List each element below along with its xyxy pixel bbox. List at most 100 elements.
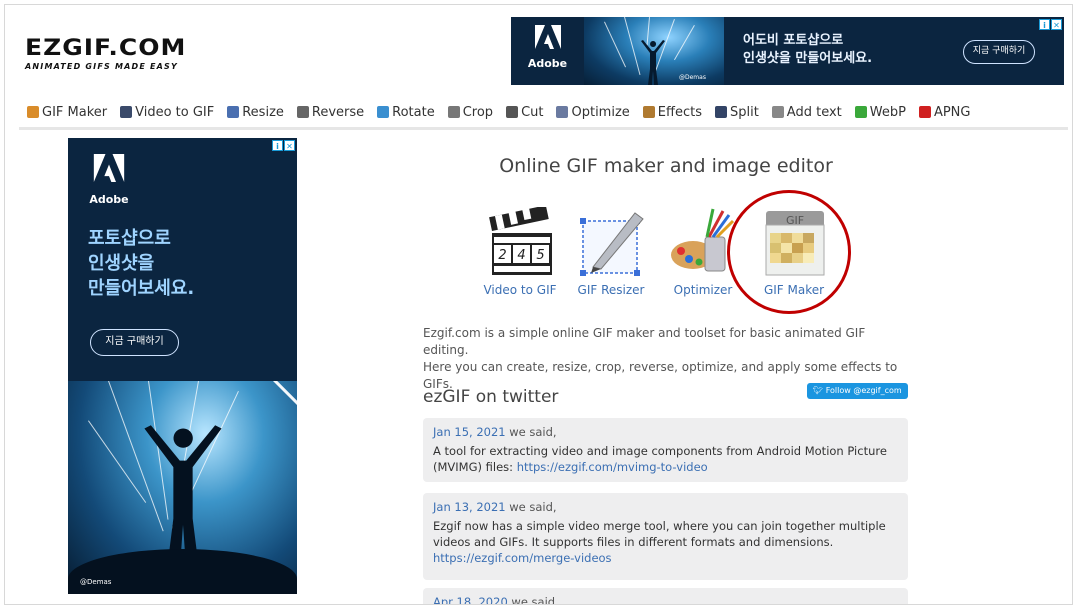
tweet-said: we said, xyxy=(511,595,559,605)
adobe-logo: Adobe xyxy=(86,154,132,206)
nav-item-label: Crop xyxy=(462,104,494,120)
nav-item-label: Video to GIF xyxy=(135,104,215,120)
tweet-date[interactable]: Jan 13, 2021 xyxy=(433,500,506,514)
tool-video-to-gif[interactable]: 2 4 5 Video to GIF xyxy=(475,204,565,297)
nav-item-effects[interactable]: Effects xyxy=(642,104,702,120)
nav-item-apng[interactable]: APNG xyxy=(918,104,971,120)
page: EZGIF.COM ANIMATED GIFS MADE EASY Adobe … xyxy=(4,4,1073,605)
adobe-a-icon xyxy=(86,154,132,188)
ad-headline: 어도비 포토샵으로 인생샷을 만들어보세요. xyxy=(743,33,873,66)
ad-close-icon[interactable]: ✕ xyxy=(284,140,295,151)
tweet-body: A tool for extracting video and image co… xyxy=(433,444,887,474)
rotate-icon xyxy=(377,106,390,118)
effects-icon xyxy=(642,106,655,118)
site-logo[interactable]: EZGIF.COM ANIMATED GIFS MADE EASY xyxy=(25,35,186,71)
tool-optimizer[interactable]: Optimizer xyxy=(657,207,749,297)
nav-item-optimize[interactable]: Optimize xyxy=(556,104,630,120)
nav-item-cut[interactable]: Cut xyxy=(506,105,543,120)
nav-item-split[interactable]: Split xyxy=(714,104,759,120)
twitter-follow-button[interactable]: 🐦︎ Follow @ezgif_com xyxy=(807,383,908,399)
side-banner-ad[interactable]: Adobe 포토샵으로 인생샷을 만들어보세요. 지금 구매하기 @Demas … xyxy=(68,138,297,594)
tool-label: GIF Maker xyxy=(763,283,825,297)
tweet-card: Jan 15, 2021 we said, A tool for extract… xyxy=(423,418,908,482)
twitter-bird-icon: 🐦︎ xyxy=(813,386,824,395)
resizer-icon xyxy=(575,207,647,279)
gif-maker-icon xyxy=(27,106,39,118)
nav-item-webp[interactable]: WebP xyxy=(854,104,906,120)
tweet-link[interactable]: https://ezgif.com/merge-videos xyxy=(433,551,612,565)
nav-item-gif-maker[interactable]: GIF Maker xyxy=(27,105,107,120)
svg-text:2: 2 xyxy=(498,248,506,263)
ad-photo: @Demas xyxy=(584,17,724,85)
svg-text:4: 4 xyxy=(517,248,525,263)
tweet-card: Apr 18, 2020 we said, xyxy=(423,588,908,605)
main-nav: GIF Maker Video to GIF Resize Reverse Rotate… xyxy=(27,103,983,121)
tool-label: Optimizer xyxy=(673,283,733,297)
nav-item-resize[interactable]: Resize xyxy=(227,105,284,120)
tweet-link[interactable]: https://ezgif.com/mvimg-to-video xyxy=(517,460,708,474)
optimize-icon xyxy=(556,106,569,118)
tweet-body: Ezgif now has a simple video merge tool,… xyxy=(433,519,886,565)
nav-item-rotate[interactable]: Rotate xyxy=(377,105,435,120)
resize-icon xyxy=(227,106,240,118)
adobe-logo: Adobe xyxy=(511,17,584,85)
nav-item-crop[interactable]: Crop xyxy=(447,104,494,120)
ad-close-icon[interactable]: ✕ xyxy=(1051,19,1062,30)
video-icon xyxy=(120,106,133,118)
ad-info-icon[interactable]: i xyxy=(1039,19,1050,30)
logo-wordmark: EZGIF.COM xyxy=(25,34,187,61)
ad-controls: i ✕ xyxy=(272,140,295,151)
paint-palette-icon xyxy=(667,207,739,279)
adobe-brand-text: Adobe xyxy=(89,193,129,206)
logo-tagline: ANIMATED GIFS MADE EASY xyxy=(25,62,179,71)
split-icon xyxy=(714,106,727,118)
person-silhouette-icon xyxy=(641,40,665,85)
tool-label: GIF Resizer xyxy=(577,283,645,297)
top-banner-ad[interactable]: Adobe @Demas 어도비 포토샵으로 인생샷을 만들어보세요. 지금 구… xyxy=(511,17,1064,85)
ad-photo: @Demas xyxy=(68,381,297,594)
nav-item-video-to-gif[interactable]: Video to GIF xyxy=(120,105,214,120)
webp-icon xyxy=(854,106,867,118)
nav-item-label: Add text xyxy=(786,104,842,120)
nav-item-label: APNG xyxy=(933,104,971,120)
twitter-follow-label: Follow @ezgif_com xyxy=(825,386,902,395)
apng-icon xyxy=(918,106,931,118)
ad-buy-button[interactable]: 지금 구매하기 xyxy=(90,329,179,356)
nav-item-label: WebP xyxy=(869,104,906,120)
tool-gif-resizer[interactable]: GIF Resizer xyxy=(565,207,657,297)
nav-item-label: Resize xyxy=(242,104,284,120)
tool-gif-maker[interactable]: GIF GIF Maker xyxy=(749,207,839,297)
nav-item-reverse[interactable]: Reverse xyxy=(296,104,365,120)
svg-text:5: 5 xyxy=(536,248,544,263)
reverse-icon xyxy=(296,106,309,118)
nav-item-label: Reverse xyxy=(311,104,365,120)
ad-buy-button[interactable]: 지금 구매하기 xyxy=(963,40,1035,64)
nav-item-label: Optimize xyxy=(571,104,630,120)
nav-item-label: Cut xyxy=(521,104,544,120)
tool-label: Video to GIF xyxy=(483,283,557,297)
ad-info-icon[interactable]: i xyxy=(272,140,283,151)
ad-photo-credit: @Demas xyxy=(679,74,706,81)
tool-shortcuts: 2 4 5 Video to GIF GIF Resizer Optimizer… xyxy=(475,204,839,297)
nav-divider xyxy=(19,127,1068,130)
adobe-a-icon xyxy=(511,25,584,54)
nav-item-label: Rotate xyxy=(392,104,435,120)
tweet-said: we said, xyxy=(509,500,557,514)
ad-controls: i ✕ xyxy=(1039,19,1062,30)
gif-frames-icon: GIF xyxy=(758,207,830,279)
cut-icon xyxy=(506,106,519,118)
page-title: Online GIF maker and image editor xyxy=(499,155,833,177)
tweet-date[interactable]: Jan 15, 2021 xyxy=(433,425,506,439)
tweet-card: Jan 13, 2021 we said, Ezgif now has a si… xyxy=(423,493,908,580)
tweet-date[interactable]: Apr 18, 2020 xyxy=(433,595,508,604)
adobe-brand-text: Adobe xyxy=(527,57,568,70)
nav-item-add-text[interactable]: Add text xyxy=(771,104,842,120)
crop-icon xyxy=(447,106,460,118)
nav-item-label: Split xyxy=(729,104,759,120)
ad-photo-credit: @Demas xyxy=(80,578,112,586)
clapperboard-icon: 2 4 5 xyxy=(484,204,556,279)
nav-item-label: Effects xyxy=(657,104,702,120)
nav-item-label: GIF Maker xyxy=(42,104,108,120)
add-text-icon xyxy=(771,106,784,118)
tweet-said: we said, xyxy=(509,425,557,439)
